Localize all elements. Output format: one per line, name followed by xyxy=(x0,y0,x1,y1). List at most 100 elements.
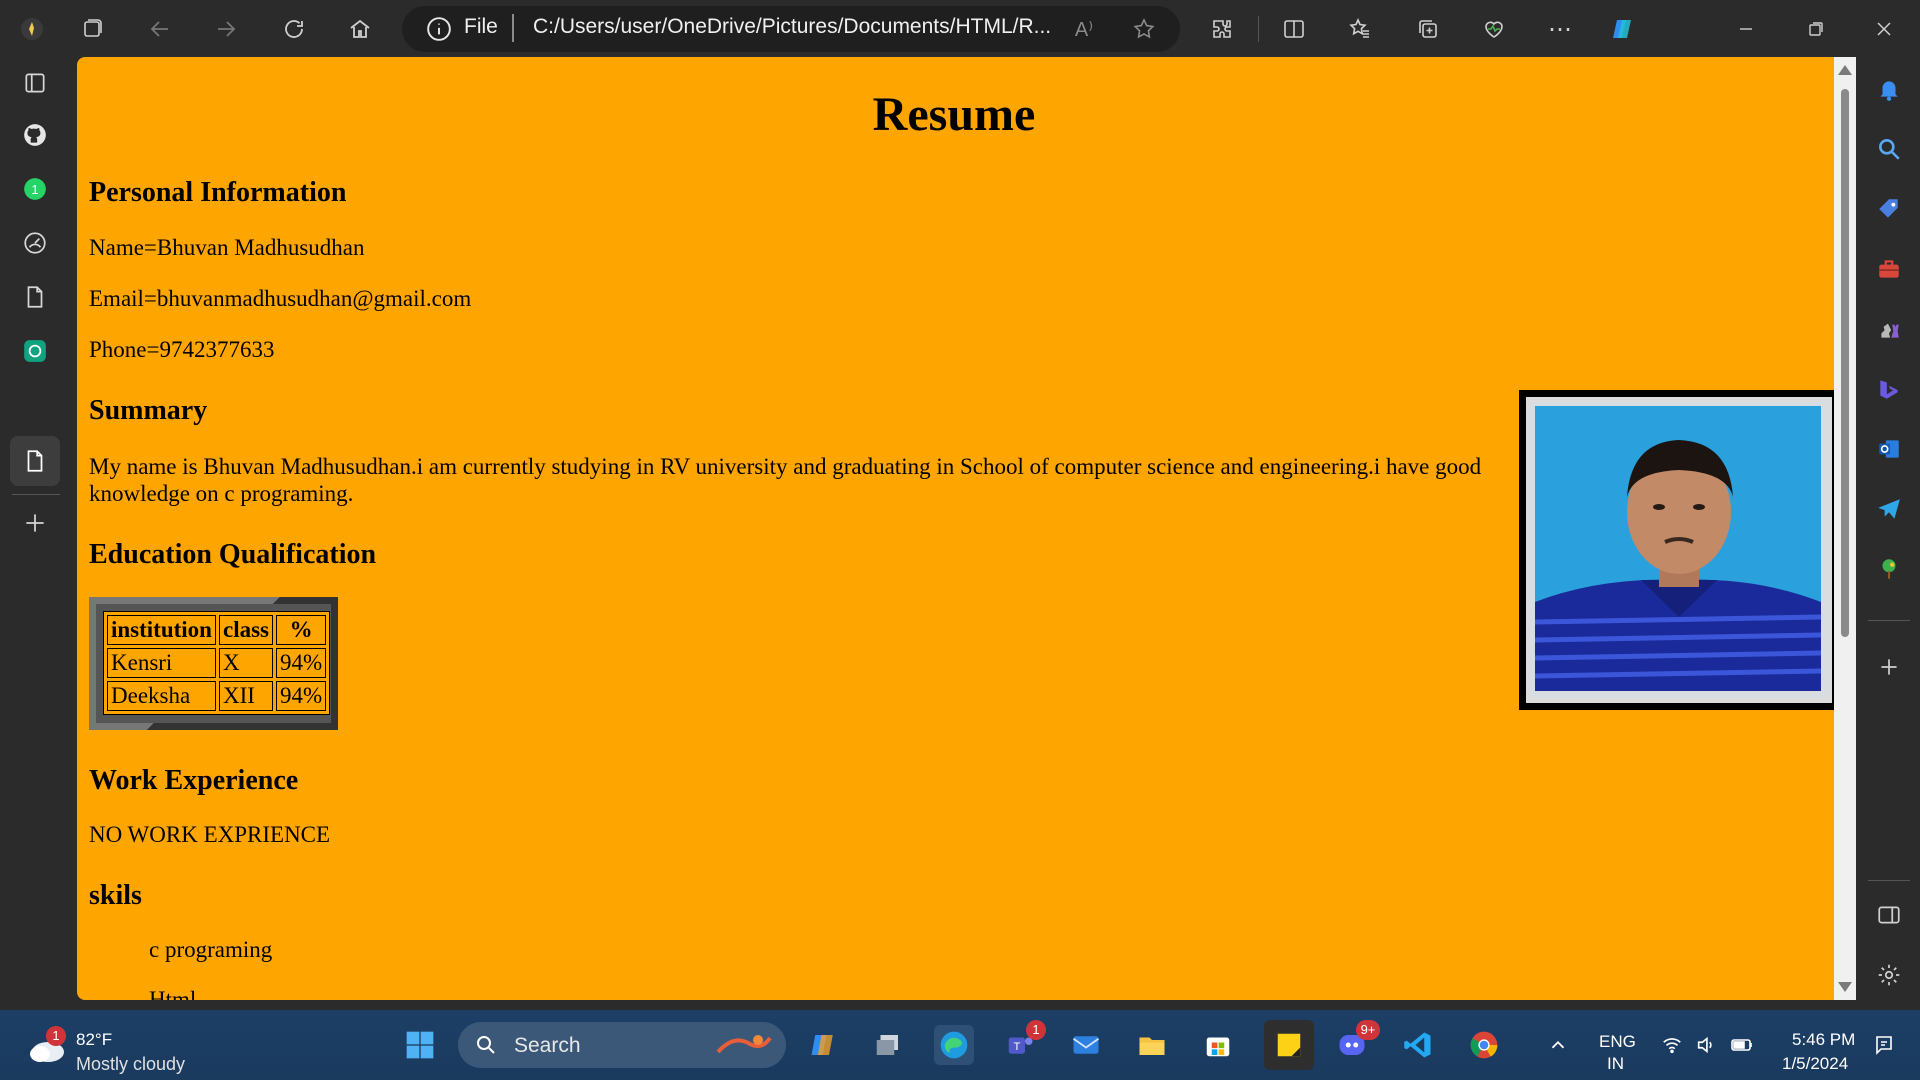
table-row: Deeksha XII 94% xyxy=(107,681,327,711)
weather-description: Mostly cloudy xyxy=(76,1054,186,1074)
favorite-star-icon[interactable] xyxy=(1128,13,1160,45)
profile-photo xyxy=(1531,402,1827,698)
whatsapp-icon[interactable]: 1 xyxy=(20,174,50,204)
site-info-icon[interactable] xyxy=(426,16,452,42)
workspaces-icon[interactable] xyxy=(76,13,108,45)
close-icon[interactable] xyxy=(1868,13,1900,45)
sticky-notes-icon[interactable] xyxy=(1264,1020,1314,1070)
telegram-send-icon[interactable] xyxy=(1874,494,1904,524)
table-cell: XII xyxy=(218,681,273,711)
skills-heading: skils xyxy=(89,880,142,911)
vscode-icon[interactable] xyxy=(1398,1025,1438,1065)
notification-center-icon[interactable] xyxy=(1864,1025,1904,1065)
shopping-tag-icon[interactable] xyxy=(1874,194,1904,224)
sidebar-divider xyxy=(12,494,60,495)
settings-gear-icon[interactable] xyxy=(1874,960,1904,990)
minimize-icon[interactable] xyxy=(1730,13,1762,45)
back-icon[interactable] xyxy=(144,13,176,45)
favorites-icon[interactable] xyxy=(1344,13,1376,45)
table-cell: 94% xyxy=(275,648,327,678)
table-cell: Kensri xyxy=(107,648,216,678)
work-experience-heading: Work Experience xyxy=(89,765,299,796)
add-sidebar-app-icon[interactable] xyxy=(1874,652,1904,682)
input-region-indicator[interactable]: IN xyxy=(1607,1054,1624,1074)
chatgpt-icon[interactable] xyxy=(20,336,50,366)
speedtest-icon[interactable] xyxy=(20,228,50,258)
chrome-icon[interactable] xyxy=(1464,1025,1504,1065)
scroll-down-arrow-icon[interactable] xyxy=(1838,982,1852,992)
mail-icon[interactable] xyxy=(1066,1025,1106,1065)
profile-photo-frame xyxy=(1519,390,1834,710)
education-table: institution class % Kensri X 94% Deeksha… xyxy=(103,611,331,715)
weather-alert-badge: 1 xyxy=(46,1026,66,1046)
url-text[interactable]: C:/Users/user/OneDrive/Pictures/Document… xyxy=(533,15,1051,39)
table-header-cell: class xyxy=(218,615,273,645)
table-cell: Deeksha xyxy=(107,681,216,711)
weather-temperature: 82°F xyxy=(76,1030,113,1049)
bing-copilot-icon[interactable] xyxy=(1874,374,1904,404)
table-cell: X xyxy=(218,648,273,678)
svg-text:1: 1 xyxy=(31,182,38,197)
home-icon[interactable] xyxy=(344,13,376,45)
show-hidden-icons-chevron-icon[interactable] xyxy=(1538,1025,1578,1065)
forward-icon[interactable] xyxy=(210,13,242,45)
site-label: File xyxy=(464,15,498,38)
work-experience-text: NO WORK EXPRIENCE xyxy=(89,822,331,847)
drop-tree-icon[interactable] xyxy=(1874,554,1904,584)
table-cell: 94% xyxy=(275,681,327,711)
battery-icon[interactable] xyxy=(1722,1025,1762,1065)
hide-sidebar-icon[interactable] xyxy=(1874,900,1904,930)
copilot-preview-icon[interactable] xyxy=(804,1025,844,1065)
sidebar-divider xyxy=(1868,620,1910,621)
table-header-cell: % xyxy=(275,615,327,645)
language-indicator[interactable]: ENG xyxy=(1599,1032,1636,1052)
resume-document-tab-icon[interactable] xyxy=(20,446,50,476)
page-viewport: Resume Personal Information Name=Bhuvan … xyxy=(77,57,1834,1000)
tools-briefcase-icon[interactable] xyxy=(1874,254,1904,284)
collections-icon[interactable] xyxy=(1412,13,1444,45)
start-windows-icon[interactable] xyxy=(400,1025,440,1065)
outlook-icon[interactable] xyxy=(1874,434,1904,464)
education-heading: Education Qualification xyxy=(89,539,377,570)
phone-line: Phone=9742377633 xyxy=(89,337,275,362)
sidebar-divider xyxy=(1868,880,1910,881)
tab-actions-icon[interactable] xyxy=(20,68,50,98)
scrollbar-thumb[interactable] xyxy=(1841,89,1849,637)
email-line: Email=bhuvanmadhusudhan@gmail.com xyxy=(89,286,472,311)
personal-info-heading: Personal Information xyxy=(89,177,347,208)
taskbar-search-box[interactable] xyxy=(458,1022,786,1068)
vertical-scrollbar[interactable] xyxy=(1834,57,1856,1000)
search-icon xyxy=(477,1036,495,1054)
address-divider xyxy=(512,14,514,42)
search-label: Search xyxy=(514,1034,581,1057)
edge-browser-icon[interactable] xyxy=(934,1025,974,1065)
svg-text:T: T xyxy=(1013,1041,1020,1053)
volume-icon[interactable] xyxy=(1686,1025,1726,1065)
search-icon[interactable] xyxy=(1874,134,1904,164)
microsoft-store-icon[interactable] xyxy=(1198,1025,1238,1065)
restore-icon[interactable] xyxy=(1800,13,1832,45)
scroll-up-arrow-icon[interactable] xyxy=(1838,65,1852,75)
notifications-bell-icon[interactable] xyxy=(1874,74,1904,104)
discord-badge: 9+ xyxy=(1356,1020,1380,1040)
profile-avatar-icon[interactable] xyxy=(16,13,48,45)
clock-date[interactable]: 1/5/2024 xyxy=(1782,1054,1848,1074)
read-aloud-icon[interactable]: A⁾ xyxy=(1068,13,1100,45)
extensions-icon[interactable] xyxy=(1206,13,1238,45)
table-header-row: institution class % xyxy=(107,615,327,645)
refresh-icon[interactable] xyxy=(278,13,310,45)
summary-text: My name is Bhuvan Madhusudhan.i am curre… xyxy=(89,454,1482,506)
document-tab-icon[interactable] xyxy=(20,282,50,312)
split-screen-icon[interactable] xyxy=(1278,13,1310,45)
new-tab-icon[interactable] xyxy=(20,508,50,538)
games-chess-icon[interactable] xyxy=(1874,314,1904,344)
copilot-icon[interactable] xyxy=(1606,13,1638,45)
file-explorer-icon[interactable] xyxy=(1132,1025,1172,1065)
github-icon[interactable] xyxy=(20,120,50,150)
more-options-icon[interactable]: ⋯ xyxy=(1544,13,1576,45)
edge-sidebar xyxy=(1856,58,1920,1010)
read-aloud-label: A⁾ xyxy=(1074,18,1094,41)
browser-essentials-icon[interactable] xyxy=(1478,13,1510,45)
task-view-icon[interactable] xyxy=(868,1025,908,1065)
clock-time[interactable]: 5:46 PM xyxy=(1792,1030,1855,1050)
